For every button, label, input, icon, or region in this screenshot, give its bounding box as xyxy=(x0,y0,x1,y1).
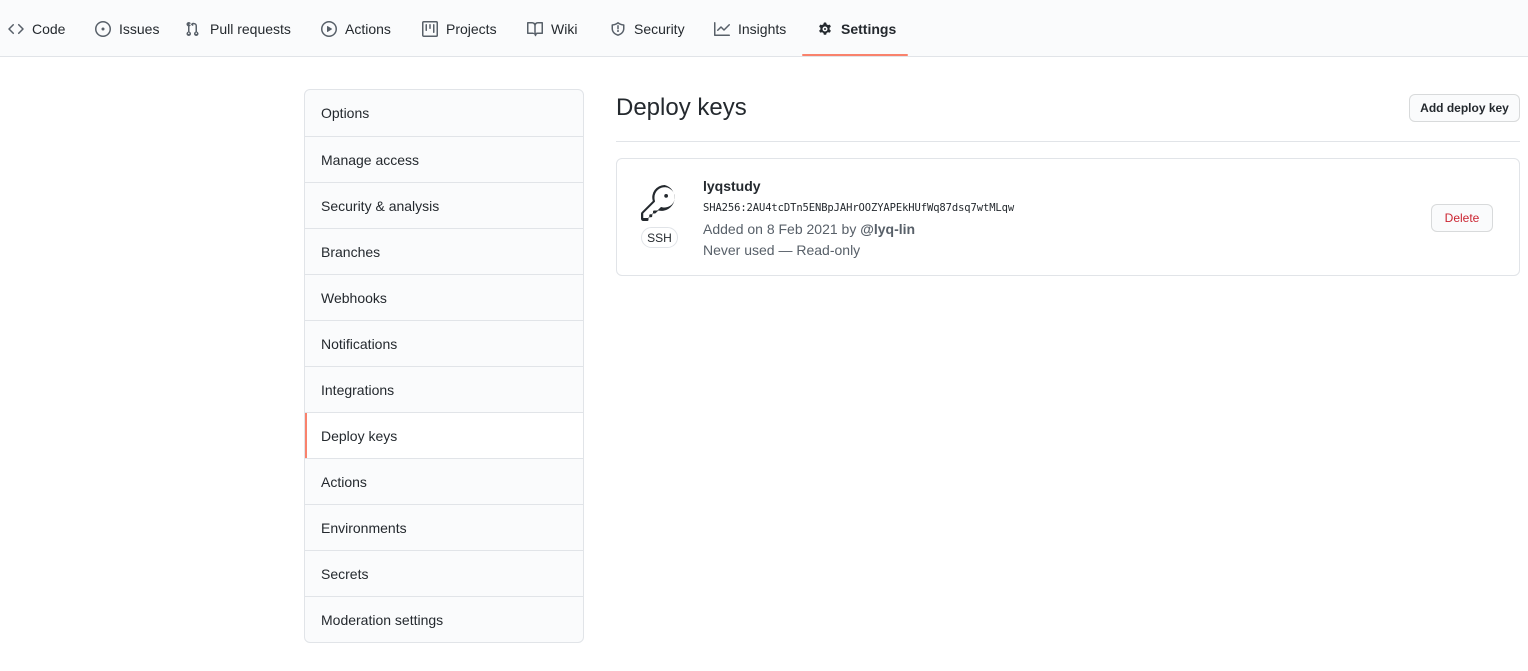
tab-security[interactable]: Security xyxy=(610,0,685,57)
selected-tab-underline xyxy=(802,54,908,56)
menu-item-notifications[interactable]: Notifications xyxy=(305,320,583,366)
menu-item-integrations[interactable]: Integrations xyxy=(305,366,583,412)
shield-icon xyxy=(610,21,626,37)
tab-code[interactable]: Code xyxy=(8,0,65,57)
project-icon xyxy=(422,20,438,37)
add-deploy-key-button[interactable]: Add deploy key xyxy=(1409,94,1520,122)
tab-code-label: Code xyxy=(32,20,66,37)
menu-item-manage-access[interactable]: Manage access xyxy=(305,136,583,182)
deploy-key-item: SSH lyqstudy SHA256:2AU4tcDTn5ENBpJAHrOO… xyxy=(616,158,1520,276)
menu-item-label: Integrations xyxy=(321,381,395,398)
graph-icon xyxy=(714,21,730,37)
menu-item-label: Environments xyxy=(321,519,407,536)
menu-item-label: Options xyxy=(321,105,370,121)
code-icon xyxy=(8,21,24,37)
book-icon xyxy=(527,21,543,37)
menu-item-options[interactable]: Options xyxy=(305,90,583,136)
tab-insights-label: Insights xyxy=(738,20,787,37)
git-pull-request-icon xyxy=(186,21,202,37)
menu-item-label: Manage access xyxy=(321,151,420,168)
key-added-info: Added on 8 Feb 2021 by @lyq-lin xyxy=(703,221,915,237)
menu-item-environments[interactable]: Environments xyxy=(305,504,583,550)
menu-item-deploy-keys[interactable]: Deploy keys xyxy=(305,412,583,458)
tab-settings[interactable]: Settings xyxy=(817,0,896,57)
menu-item-actions[interactable]: Actions xyxy=(305,458,583,504)
tab-projects[interactable]: Projects xyxy=(422,0,497,57)
delete-key-button[interactable]: Delete xyxy=(1431,204,1493,232)
gear-icon xyxy=(817,21,833,37)
tab-pull-requests[interactable]: Pull requests xyxy=(186,0,291,57)
menu-item-label: Actions xyxy=(321,473,367,490)
menu-item-label: Notifications xyxy=(321,335,398,352)
key-icon xyxy=(641,185,677,221)
key-usage-info: Never used — Read-only xyxy=(703,242,861,258)
tab-settings-label: Settings xyxy=(841,20,897,37)
menu-item-label: Webhooks xyxy=(321,289,387,306)
divider xyxy=(616,141,1520,142)
key-title: lyqstudy xyxy=(703,178,761,194)
menu-item-label: Deploy keys xyxy=(321,427,398,444)
menu-item-webhooks[interactable]: Webhooks xyxy=(305,274,583,320)
key-fingerprint: SHA256:2AU4tcDTn5ENBpJAHrOOZYAPEkHUfWq87… xyxy=(703,202,1015,214)
menu-item-label: Security & analysis xyxy=(321,197,440,214)
key-added-text: Added on 8 Feb 2021 by xyxy=(703,221,857,237)
play-icon xyxy=(321,20,337,37)
repo-nav: Code Issues Pull requests Actions Projec… xyxy=(0,0,1528,57)
menu-item-label: Moderation settings xyxy=(321,611,444,628)
menu-item-label: Branches xyxy=(321,243,381,260)
menu-item-security-analysis[interactable]: Security & analysis xyxy=(305,182,583,228)
tab-actions-label: Actions xyxy=(345,20,391,37)
tab-projects-label: Projects xyxy=(446,20,497,37)
tab-wiki[interactable]: Wiki xyxy=(527,0,577,57)
tab-insights[interactable]: Insights xyxy=(714,0,786,57)
menu-item-branches[interactable]: Branches xyxy=(305,228,583,274)
tab-pull-requests-label: Pull requests xyxy=(210,20,291,37)
menu-item-moderation-settings[interactable]: Moderation settings xyxy=(305,596,583,642)
menu-item-label: Secrets xyxy=(321,565,369,582)
key-added-by-user[interactable]: @lyq-lin xyxy=(860,221,915,237)
tab-actions[interactable]: Actions xyxy=(321,0,391,57)
tab-wiki-label: Wiki xyxy=(551,20,578,37)
settings-side-menu: Options Manage access Security & analysi… xyxy=(304,89,584,643)
page-title: Deploy keys xyxy=(616,94,747,121)
menu-item-secrets[interactable]: Secrets xyxy=(305,550,583,596)
tab-issues[interactable]: Issues xyxy=(95,0,159,57)
tab-security-label: Security xyxy=(634,20,685,37)
issue-opened-icon xyxy=(95,20,111,37)
tab-issues-label: Issues xyxy=(119,20,160,37)
key-type-badge: SSH xyxy=(641,227,678,248)
